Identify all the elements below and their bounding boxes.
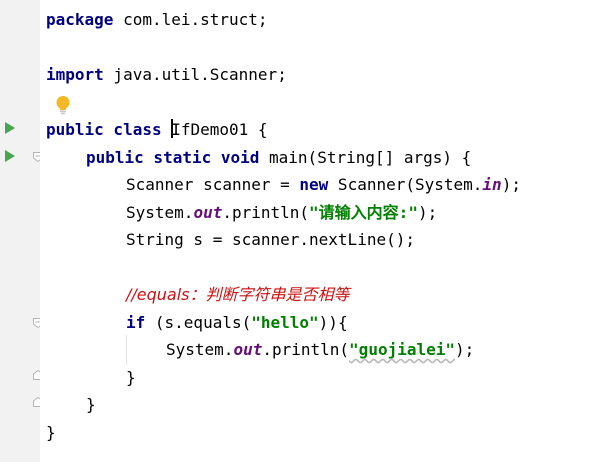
string-literal: "hello"	[251, 313, 319, 332]
code-text: )){	[318, 313, 348, 332]
keyword: import	[46, 65, 104, 84]
code-line-comment[interactable]: //equals：判断字符串是否相等	[126, 281, 350, 308]
code-line-main-method[interactable]: public static void main(String[] args) {	[86, 144, 471, 171]
code-line-scanner[interactable]: Scanner scanner = new Scanner(System.in)…	[126, 171, 521, 198]
code-text: }	[46, 423, 56, 442]
code-text: System.	[166, 340, 234, 359]
keyword: public static void	[86, 148, 260, 167]
static-field: out	[233, 340, 263, 359]
code-line-class-declaration[interactable]: public class IfDemo01 {	[46, 116, 268, 143]
code-text: }	[126, 368, 136, 387]
keyword: public class	[46, 120, 172, 139]
code-line-close-method[interactable]: }	[86, 391, 96, 418]
editor-gutter	[0, 0, 43, 462]
run-main-icon[interactable]	[5, 150, 15, 162]
code-line-println-prompt[interactable]: System.out.println("请输入内容:");	[126, 199, 437, 226]
static-field: in	[482, 175, 502, 194]
comment: //equals：判断字符串是否相等	[126, 285, 350, 304]
code-text: );	[455, 340, 475, 359]
code-text: );	[417, 203, 438, 222]
code-line-println-result[interactable]: System.out.println("guojialei");	[166, 336, 474, 363]
code-text: (s.equals(	[145, 313, 252, 332]
keyword: if	[126, 313, 146, 332]
indent-guide	[126, 335, 127, 365]
code-line-close-if[interactable]: }	[126, 364, 136, 391]
code-text: String s = scanner.nextLine();	[126, 230, 415, 249]
code-line-if[interactable]: if (s.equals("hello")){	[126, 309, 348, 336]
lightbulb-icon[interactable]	[55, 95, 71, 115]
code-text: );	[501, 175, 521, 194]
string-literal: "guojialei"	[349, 340, 456, 359]
code-text: {	[248, 120, 268, 139]
code-text: .println(	[262, 340, 350, 359]
code-text: main(String[] args) {	[259, 148, 472, 167]
keyword: new	[299, 175, 329, 194]
code-line-import[interactable]: import java.util.Scanner;	[46, 61, 287, 88]
code-text: com.lei.struct;	[113, 10, 268, 29]
code-line-package[interactable]: package com.lei.struct;	[46, 6, 268, 33]
run-class-icon[interactable]	[5, 122, 15, 134]
code-line-close-class[interactable]: }	[46, 419, 56, 446]
code-line-nextline[interactable]: String s = scanner.nextLine();	[126, 226, 415, 253]
code-text: java.util.Scanner;	[103, 65, 287, 84]
code-text: Scanner(System.	[328, 175, 483, 194]
class-name: IfDemo01	[171, 120, 249, 139]
code-text: Scanner scanner =	[126, 175, 300, 194]
code-editor[interactable]: package com.lei.struct; import java.util…	[40, 0, 599, 462]
static-field: out	[193, 203, 223, 222]
code-text: System.	[126, 203, 194, 222]
code-text: }	[86, 395, 96, 414]
code-text: .println(	[222, 203, 310, 222]
keyword: package	[46, 10, 114, 29]
string-literal: "请输入内容:"	[309, 203, 418, 222]
